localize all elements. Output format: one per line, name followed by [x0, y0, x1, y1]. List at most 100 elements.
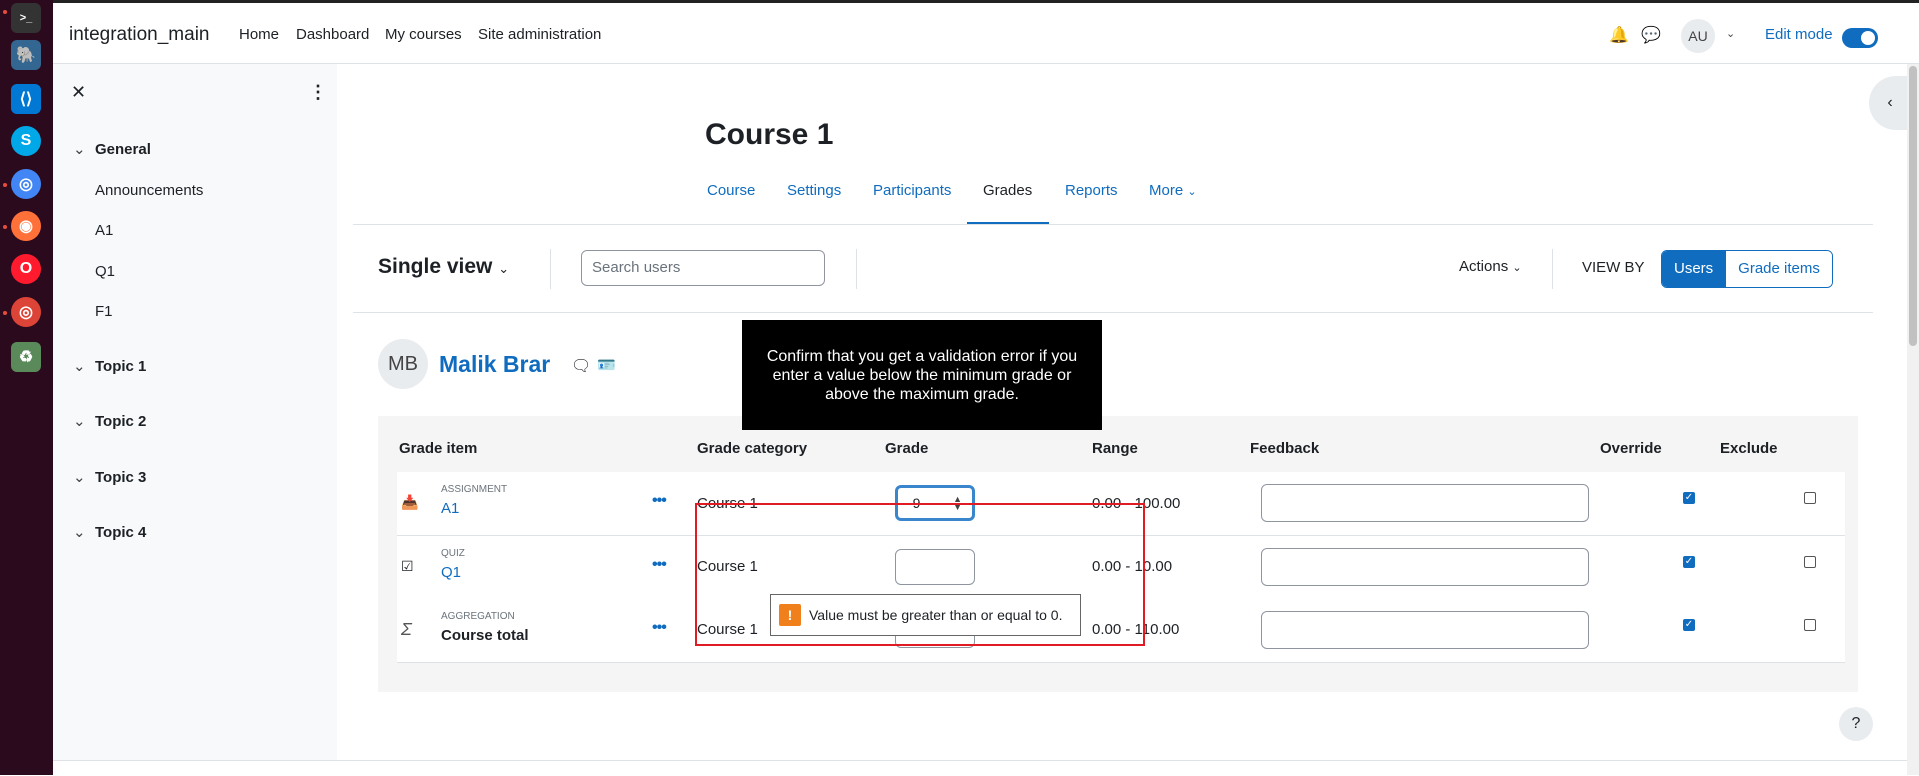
divider	[550, 249, 551, 289]
section-topic-1[interactable]: ⌄ Topic 1	[73, 357, 146, 375]
message-icon[interactable]: 🗨	[571, 356, 591, 376]
section-topic-3[interactable]: ⌄ Topic 3	[73, 468, 146, 486]
chevron-down-icon[interactable]: ⌄	[73, 468, 95, 486]
override-checkbox[interactable]: ✓	[1683, 492, 1695, 504]
site-name[interactable]: integration_main	[69, 24, 209, 46]
tab-course[interactable]: Course	[707, 182, 755, 199]
quiz-icon: ☑	[401, 558, 414, 574]
activity-f1[interactable]: F1	[95, 303, 113, 320]
header-feedback: Feedback	[1250, 440, 1320, 457]
override-checkbox[interactable]: ✓	[1683, 619, 1695, 631]
page-title: Course 1	[705, 118, 834, 151]
postgres-icon[interactable]: 🐘	[11, 40, 41, 70]
header-grade-item: Grade item	[399, 440, 478, 457]
kebab-icon[interactable]: •••	[652, 492, 667, 510]
search-users-input[interactable]: Search users	[581, 250, 825, 286]
item-type: AGGREGATION	[441, 611, 515, 622]
item-type: ASSIGNMENT	[441, 484, 508, 495]
edit-mode-toggle[interactable]	[1842, 28, 1878, 48]
main-content: Course 1 Course Settings Participants Gr…	[337, 64, 1907, 764]
divider	[1552, 249, 1553, 289]
bell-icon[interactable]: 🔔	[1609, 25, 1629, 45]
tab-grades[interactable]: Grades	[983, 182, 1032, 199]
chevron-down-icon[interactable]: ⌄	[73, 523, 95, 541]
chevron-down-icon: ⌄	[1187, 186, 1197, 198]
grade-item-link[interactable]: A1	[441, 500, 459, 517]
chat-icon[interactable]: 💬	[1641, 25, 1661, 45]
section-general[interactable]: ⌄ General	[73, 140, 151, 158]
validation-error-popup: ! Value must be greater than or equal to…	[770, 594, 1081, 636]
running-indicator	[3, 311, 7, 315]
trash-icon[interactable]: ♻	[11, 342, 41, 372]
view-by-label: VIEW BY	[1582, 259, 1645, 276]
feedback-input[interactable]	[1261, 611, 1589, 649]
header-exclude: Exclude	[1720, 440, 1778, 457]
chevron-down-icon: ⌄	[498, 261, 510, 276]
grader-view-selector[interactable]: Single view ⌄	[378, 255, 509, 279]
header-grade-category: Grade category	[697, 440, 808, 457]
chevron-down-icon[interactable]: ⌄	[73, 412, 95, 430]
assignment-icon: 📥	[401, 494, 419, 510]
view-by-users-button[interactable]: Users	[1662, 251, 1726, 287]
exclude-checkbox[interactable]	[1804, 492, 1816, 504]
vscode-icon[interactable]: ⟨⟩	[11, 84, 41, 114]
header-override: Override	[1600, 440, 1662, 457]
view-by-grade-items-button[interactable]: Grade items	[1725, 251, 1832, 287]
top-navbar: integration_main Home Dashboard My cours…	[53, 0, 1919, 64]
terminal-icon[interactable]: >_	[11, 3, 41, 33]
chrome-icon[interactable]: ◎	[11, 297, 41, 327]
activity-a1[interactable]: A1	[95, 222, 113, 239]
feedback-input[interactable]	[1261, 484, 1589, 522]
skype-icon[interactable]: S	[11, 126, 41, 156]
view-by-toggle: Users Grade items	[1661, 250, 1833, 288]
chevron-down-icon[interactable]: ⌄	[1726, 27, 1735, 40]
grade-item-name: Course total	[441, 627, 529, 644]
close-icon[interactable]: ✕	[71, 82, 86, 103]
student-avatar: MB	[378, 339, 428, 389]
divider	[856, 249, 857, 289]
running-indicator	[3, 183, 7, 187]
kebab-icon[interactable]: ⋮	[309, 82, 327, 103]
divider	[353, 312, 1873, 313]
course-index-drawer: ✕ ⋮ ⌄ General Announcements A1 Q1 F1 ⌄ Top…	[53, 64, 337, 764]
help-button[interactable]: ?	[1839, 707, 1873, 741]
tab-participants[interactable]: Participants	[873, 182, 951, 199]
tab-settings[interactable]: Settings	[787, 182, 841, 199]
profile-card-icon[interactable]: 🪪	[597, 356, 616, 374]
kebab-icon[interactable]: •••	[652, 556, 667, 574]
section-topic-2[interactable]: ⌄ Topic 2	[73, 412, 146, 430]
chevron-down-icon: ⌄	[1512, 262, 1522, 274]
tab-more[interactable]: More ⌄	[1149, 182, 1197, 199]
nav-dashboard[interactable]: Dashboard	[296, 26, 369, 43]
actions-dropdown[interactable]: Actions ⌄	[1459, 258, 1522, 275]
exclude-checkbox[interactable]	[1804, 619, 1816, 631]
activity-q1[interactable]: Q1	[95, 263, 115, 280]
warning-icon: !	[779, 604, 801, 626]
opera-icon[interactable]: O	[11, 254, 41, 284]
footer-edge	[53, 760, 1907, 776]
kebab-icon[interactable]: •••	[652, 619, 667, 637]
header-range: Range	[1092, 440, 1138, 457]
tab-reports[interactable]: Reports	[1065, 182, 1118, 199]
running-indicator	[3, 10, 7, 14]
nav-my-courses[interactable]: My courses	[385, 26, 462, 43]
student-name-link[interactable]: Malik Brar	[439, 351, 550, 378]
feedback-input[interactable]	[1261, 548, 1589, 586]
app-dock: >_ 🐘 ⟨⟩ S ◎ ◉ O ◎ ♻	[0, 0, 53, 775]
nav-home[interactable]: Home	[239, 26, 279, 43]
exclude-checkbox[interactable]	[1804, 556, 1816, 568]
scrollbar-thumb[interactable]	[1909, 66, 1917, 346]
section-topic-4[interactable]: ⌄ Topic 4	[73, 523, 146, 541]
sigma-icon: Σ	[401, 619, 412, 639]
override-checkbox[interactable]: ✓	[1683, 556, 1695, 568]
chromium-icon[interactable]: ◎	[11, 169, 41, 199]
chevron-down-icon[interactable]: ⌄	[73, 357, 95, 375]
activity-announcements[interactable]: Announcements	[95, 182, 203, 199]
firefox-icon[interactable]: ◉	[11, 211, 41, 241]
item-type: QUIZ	[441, 548, 465, 559]
chevron-down-icon[interactable]: ⌄	[73, 140, 95, 158]
grade-item-link[interactable]: Q1	[441, 564, 461, 581]
user-avatar[interactable]: AU	[1681, 19, 1715, 53]
nav-site-administration[interactable]: Site administration	[478, 26, 601, 43]
edit-mode-label: Edit mode	[1765, 26, 1833, 43]
